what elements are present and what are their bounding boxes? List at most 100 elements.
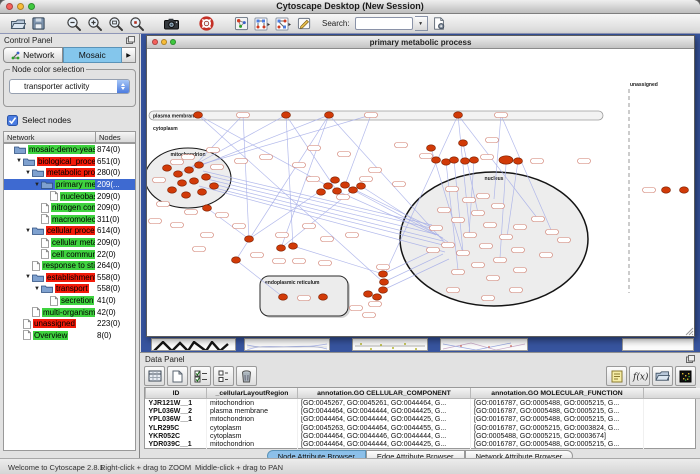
graph-node-label[interactable] — [452, 218, 465, 223]
graph-node[interactable] — [459, 140, 468, 146]
table-cell[interactable]: YLR295C — [146, 424, 207, 432]
table-cell[interactable]: mitochondrion — [207, 416, 298, 424]
graph-node[interactable] — [289, 243, 298, 249]
background-window[interactable] — [352, 338, 428, 351]
table-cell[interactable]: [GO:0044464, GO:0044444, GO:0044425, G..… — [298, 407, 471, 415]
graph-node-label[interactable] — [307, 177, 320, 182]
graph-node-label[interactable] — [365, 113, 378, 118]
graph-node-label[interactable] — [484, 223, 497, 228]
node-color-dropdown[interactable]: transporter activity — [9, 79, 130, 94]
graph-node-label[interactable] — [298, 296, 311, 301]
table-cell[interactable]: [GO:0044464, GO:0044446, GO:0044444, G..… — [298, 432, 471, 440]
network-tree-row[interactable]: unassigned223(0) — [4, 318, 135, 330]
table-cell[interactable] — [644, 407, 700, 415]
graph-node[interactable] — [163, 165, 172, 171]
import-attributes-button[interactable] — [652, 366, 673, 386]
network-tree-row[interactable]: ▼metabolic process280(0) — [4, 167, 135, 179]
graph-node-label[interactable] — [531, 159, 544, 164]
graph-node[interactable] — [324, 183, 333, 189]
graph-node[interactable] — [450, 157, 459, 163]
background-window[interactable] — [244, 338, 330, 351]
graph-node-label[interactable] — [251, 253, 264, 258]
graph-node-label[interactable] — [495, 113, 508, 118]
graph-node-label[interactable] — [337, 195, 350, 200]
graph-node-label[interactable] — [558, 238, 571, 243]
apply-layout-button[interactable] — [253, 15, 272, 32]
zoom-fit-button[interactable] — [106, 15, 125, 32]
graph-node[interactable] — [190, 178, 199, 184]
table-cell[interactable]: mitochondrion — [207, 440, 298, 448]
zoom-in-button[interactable] — [85, 15, 104, 32]
graph-node[interactable] — [662, 187, 671, 193]
graph-node-label[interactable] — [273, 259, 286, 264]
graph-node[interactable] — [341, 182, 350, 188]
network-tree-row[interactable]: ▼establishment of lo558(0) — [4, 272, 135, 284]
graph-node[interactable] — [333, 188, 342, 194]
graph-node[interactable] — [174, 171, 183, 177]
graph-node-label[interactable] — [308, 146, 321, 151]
table-cell[interactable] — [644, 416, 700, 424]
save-session-button[interactable] — [29, 15, 48, 32]
tab-mosaic[interactable]: Mosaic — [63, 47, 123, 63]
graph-node[interactable] — [277, 245, 286, 251]
delete-attribute-button[interactable] — [236, 366, 257, 386]
graph-node-label[interactable] — [464, 233, 477, 238]
table-row[interactable]: YJR121W__1mitochondrion[GO:0045267, GO:0… — [146, 399, 700, 408]
network-tree-row[interactable]: ▼biological_process651(0) — [4, 156, 135, 168]
graph-node-label[interactable] — [463, 198, 476, 203]
graph-edge[interactable] — [199, 115, 371, 165]
graph-node-label[interactable] — [319, 261, 332, 266]
new-attribute-button[interactable] — [167, 366, 188, 386]
graph-node[interactable] — [195, 162, 204, 168]
graph-node-label[interactable] — [153, 178, 166, 183]
table-column-header[interactable]: _cellularLayoutRegion — [207, 388, 298, 399]
graph-node[interactable] — [357, 183, 366, 189]
graph-node[interactable] — [182, 192, 191, 198]
background-window[interactable] — [151, 338, 236, 351]
select-attributes-button[interactable] — [190, 366, 211, 386]
graph-node-label[interactable] — [482, 296, 495, 301]
graph-node[interactable] — [317, 189, 326, 195]
graph-node-label[interactable] — [512, 248, 525, 253]
tab-network[interactable]: Network — [3, 47, 63, 63]
graph-node-label[interactable] — [481, 155, 494, 160]
graph-node-label[interactable] — [211, 165, 224, 170]
table-cell[interactable]: cytoplasm — [207, 432, 298, 440]
expand-arrow-icon[interactable]: ▼ — [24, 274, 32, 280]
graph-node[interactable] — [364, 291, 373, 297]
table-row[interactable]: YDR039C__1mitochondrion[GO:0044464, GO:0… — [146, 440, 700, 448]
graph-node-label[interactable] — [430, 226, 443, 231]
network-canvas[interactable]: plasma membranecytoplasmmitochondrionnuc… — [147, 49, 694, 336]
graph-node-label[interactable] — [293, 163, 306, 168]
table-cell[interactable]: [GO:0044464, GO:0044444, GO:0044425, G..… — [298, 416, 471, 424]
graph-node-label[interactable] — [369, 168, 382, 173]
graph-node[interactable] — [325, 112, 334, 118]
minimize-button[interactable] — [161, 39, 167, 45]
graph-node[interactable] — [379, 287, 388, 293]
search-input[interactable] — [355, 17, 413, 30]
graph-node-label[interactable] — [492, 204, 505, 209]
graph-node-label[interactable] — [578, 159, 591, 164]
graph-node-label[interactable] — [480, 244, 493, 249]
graph-node[interactable] — [427, 145, 436, 151]
background-window[interactable] — [440, 338, 528, 351]
graph-node-label[interactable] — [486, 138, 499, 143]
close-button[interactable] — [152, 39, 158, 45]
network-tree-row[interactable]: nucleobase-209(0) — [4, 190, 135, 202]
graph-node-label[interactable] — [487, 276, 500, 281]
resize-grip[interactable] — [684, 326, 694, 336]
network-tree-row[interactable]: nitrogen compo209(0) — [4, 202, 135, 214]
graph-node[interactable] — [373, 294, 382, 300]
graph-node-label[interactable] — [293, 259, 306, 264]
help-button[interactable] — [197, 15, 216, 32]
table-cell[interactable]: [GO:0016787, GO:0005488, GO:0005215, G..… — [471, 440, 644, 448]
zoom-out-button[interactable] — [64, 15, 83, 32]
tree-column-nodes[interactable]: Nodes — [96, 131, 136, 143]
graph-node-label[interactable] — [233, 224, 246, 229]
graph-node-label[interactable] — [472, 263, 485, 268]
graph-node[interactable] — [232, 257, 241, 263]
graph-node[interactable] — [210, 183, 219, 189]
table-cell[interactable]: [GO:0005488, GO:0005215, GO:0003674] — [471, 432, 644, 440]
graph-node[interactable] — [349, 187, 358, 193]
graph-node-label[interactable] — [193, 247, 206, 252]
